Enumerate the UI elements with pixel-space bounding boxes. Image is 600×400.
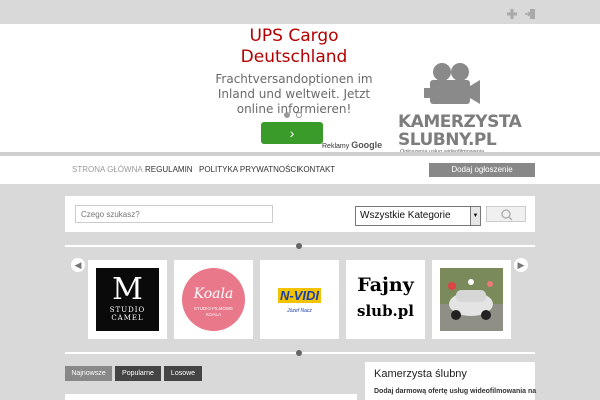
search-input[interactable] bbox=[75, 205, 273, 223]
search-panel: Wszystkie Kategorie ▼ bbox=[65, 196, 535, 232]
google-brand: Google bbox=[351, 140, 383, 150]
nav-item-privacy[interactable]: POLITYKA PRYWATNOŚCI bbox=[199, 165, 298, 174]
wedding-car-photo bbox=[440, 268, 503, 331]
ad-dot[interactable] bbox=[296, 112, 302, 118]
ad-subtitle-line2: Inland und weltweit. Jetzt bbox=[217, 87, 371, 101]
nvidi-logo: N-VIDI Józef Nacz bbox=[268, 268, 331, 331]
top-utility-icons bbox=[506, 8, 536, 20]
add-listing-button[interactable]: Dodaj ogłoszenie bbox=[429, 163, 535, 177]
carousel-item[interactable] bbox=[432, 260, 511, 339]
search-icon bbox=[501, 209, 513, 221]
add-icon[interactable] bbox=[506, 8, 518, 20]
search-button[interactable] bbox=[486, 206, 526, 222]
logo-text: CAMEL bbox=[111, 314, 144, 322]
site-logo[interactable]: KAMERZYSTA SLUBNY.PL Ogłoszenia usług wi… bbox=[398, 62, 522, 157]
select-arrow-icon[interactable]: ▼ bbox=[470, 207, 480, 225]
studio-camel-logo: M STUDIO CAMEL bbox=[96, 268, 159, 331]
category-selected-value: Wszystkie Kategorie bbox=[360, 210, 451, 221]
logo-letter: M bbox=[112, 272, 143, 307]
divider-dot bbox=[296, 243, 302, 249]
divider bbox=[65, 350, 535, 356]
ad-sponsored-text: Reklamy bbox=[322, 143, 350, 150]
nav-item-contact[interactable]: KONTAKT bbox=[298, 165, 335, 174]
ad-subtitle-line1: Frachtversandoptionen im bbox=[215, 72, 373, 86]
logo-line2: SLUBNY.PL bbox=[398, 130, 497, 150]
carousel-item[interactable]: Fajny slub.pl bbox=[346, 260, 425, 339]
tab-random[interactable]: Losowe bbox=[164, 366, 202, 381]
ad-title-line2[interactable]: Deutschland bbox=[214, 47, 374, 68]
logo-subtext: STUDIO FILMOWE KOALA bbox=[193, 306, 234, 317]
divider-dot bbox=[296, 350, 302, 356]
carousel-item[interactable]: N-VIDI Józef Nacz bbox=[260, 260, 339, 339]
ad-block[interactable]: UPS Cargo Deutschland Frachtversandoptio… bbox=[214, 26, 374, 118]
sidebar-box: Kamerzysta ślubny Dodaj darmową ofertę u… bbox=[365, 362, 537, 400]
carousel-prev-button[interactable]: ◀ bbox=[71, 258, 85, 272]
logo-subtext: Józef Nacz bbox=[287, 308, 312, 314]
carousel-item[interactable]: M STUDIO CAMEL bbox=[88, 260, 167, 339]
camera-icon bbox=[424, 63, 480, 104]
fajny-slub-logo: Fajny slub.pl bbox=[354, 268, 417, 331]
nav-item-rules[interactable]: REGULAMIN bbox=[145, 165, 193, 174]
logo-text: N-VIDI bbox=[278, 288, 321, 303]
sidebar-title: Kamerzysta ślubny bbox=[374, 368, 467, 380]
listings-panel bbox=[65, 394, 357, 400]
login-icon[interactable] bbox=[524, 8, 536, 20]
carousel-item[interactable]: Koala STUDIO FILMOWE KOALA bbox=[174, 260, 253, 339]
koala-logo: Koala STUDIO FILMOWE KOALA bbox=[182, 268, 245, 331]
category-select[interactable]: Wszystkie Kategorie ▼ bbox=[355, 206, 481, 226]
ad-subtitle: Frachtversandoptionen im Inland und welt… bbox=[214, 72, 374, 117]
ad-pager bbox=[284, 112, 302, 118]
logo-text: Koala bbox=[193, 286, 234, 302]
carousel-next-button[interactable]: ▶ bbox=[514, 258, 528, 272]
main-nav: STRONA GŁÓWNA REGULAMIN POLITYKA PRYWATN… bbox=[0, 156, 600, 184]
tab-popular[interactable]: Popularne bbox=[115, 366, 161, 381]
logo-line1: KAMERZYSTA bbox=[398, 112, 522, 132]
logo-text: slub.pl bbox=[357, 302, 414, 320]
ad-sponsor-label[interactable]: Reklamy Google bbox=[322, 140, 382, 150]
ad-cta-button[interactable]: › bbox=[261, 122, 323, 144]
logo-text: STUDIO bbox=[109, 306, 146, 314]
wedding-car-image bbox=[440, 268, 503, 331]
logo-text: Fajny bbox=[357, 274, 414, 296]
divider bbox=[65, 243, 535, 249]
sidebar-text: Dodaj darmową ofertę usług wideofilmowan… bbox=[374, 388, 537, 395]
ad-title-line1[interactable]: UPS Cargo bbox=[214, 26, 374, 47]
tab-newest[interactable]: Najnowsze bbox=[65, 366, 112, 381]
nav-item-home[interactable]: STRONA GŁÓWNA bbox=[72, 165, 143, 174]
ad-dot[interactable] bbox=[284, 112, 290, 118]
